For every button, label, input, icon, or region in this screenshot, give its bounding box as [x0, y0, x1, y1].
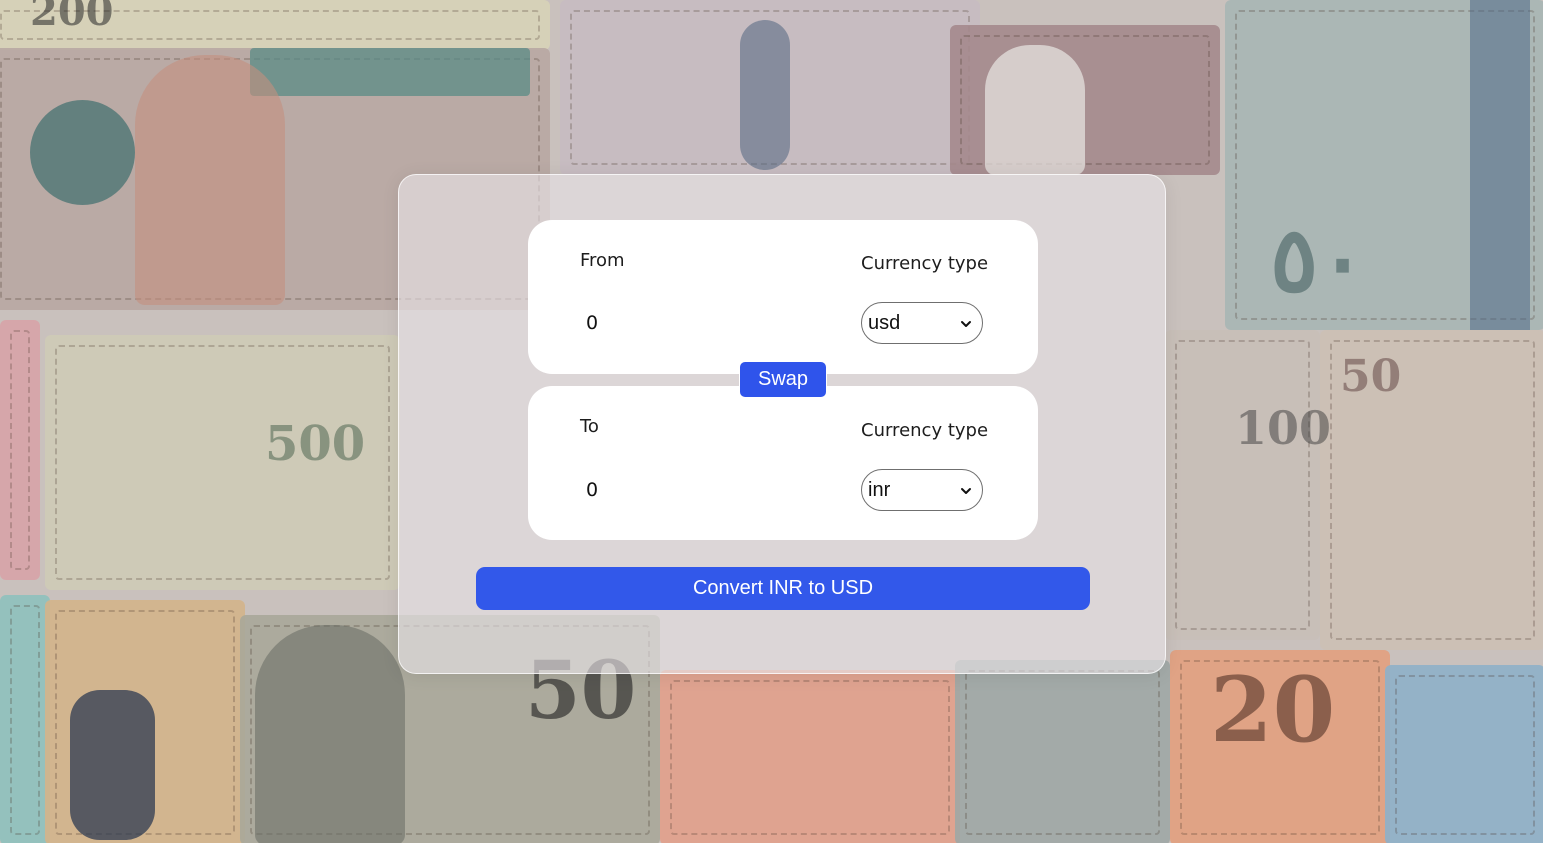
banknote-image — [30, 100, 135, 205]
to-card: To Currency type inr — [528, 386, 1038, 540]
from-currency-value: usd — [868, 311, 901, 334]
banknote-image — [660, 670, 960, 843]
banknote-image — [1165, 330, 1320, 640]
banknote-image — [135, 55, 285, 305]
to-amount-input[interactable] — [580, 474, 826, 506]
banknote-image: 50 — [1340, 351, 1402, 402]
from-currency-label: Currency type — [861, 253, 989, 274]
from-amount-input[interactable] — [580, 307, 826, 339]
banknote-image — [250, 48, 530, 96]
banknote-image: 200 — [30, 0, 114, 35]
banknote-image — [0, 595, 50, 843]
banknote-image — [0, 320, 40, 580]
chevron-down-icon — [961, 321, 971, 327]
banknote-image: ٥٠ — [1270, 207, 1367, 313]
banknote-image — [985, 45, 1085, 175]
to-currency-select[interactable]: inr — [861, 469, 983, 511]
banknote-image: 20 — [1210, 657, 1336, 763]
from-label: From — [580, 250, 625, 271]
to-currency-label: Currency type — [861, 420, 989, 441]
from-card: From Currency type usd — [528, 220, 1038, 374]
chevron-down-icon — [961, 488, 971, 494]
banknote-image — [255, 625, 405, 843]
to-label: To — [580, 416, 599, 437]
banknote-image: 500 — [265, 416, 366, 472]
convert-button[interactable]: Convert INR to USD — [476, 567, 1090, 610]
swap-button[interactable]: Swap — [739, 361, 827, 398]
from-currency-select[interactable]: usd — [861, 302, 983, 344]
banknote-image: 100 — [1235, 401, 1332, 455]
banknote-image — [740, 20, 790, 170]
banknote-image — [955, 660, 1170, 843]
banknote-image — [1470, 0, 1530, 330]
to-currency-value: inr — [868, 478, 891, 501]
banknote-image — [1385, 665, 1543, 843]
banknote-image — [70, 690, 155, 840]
